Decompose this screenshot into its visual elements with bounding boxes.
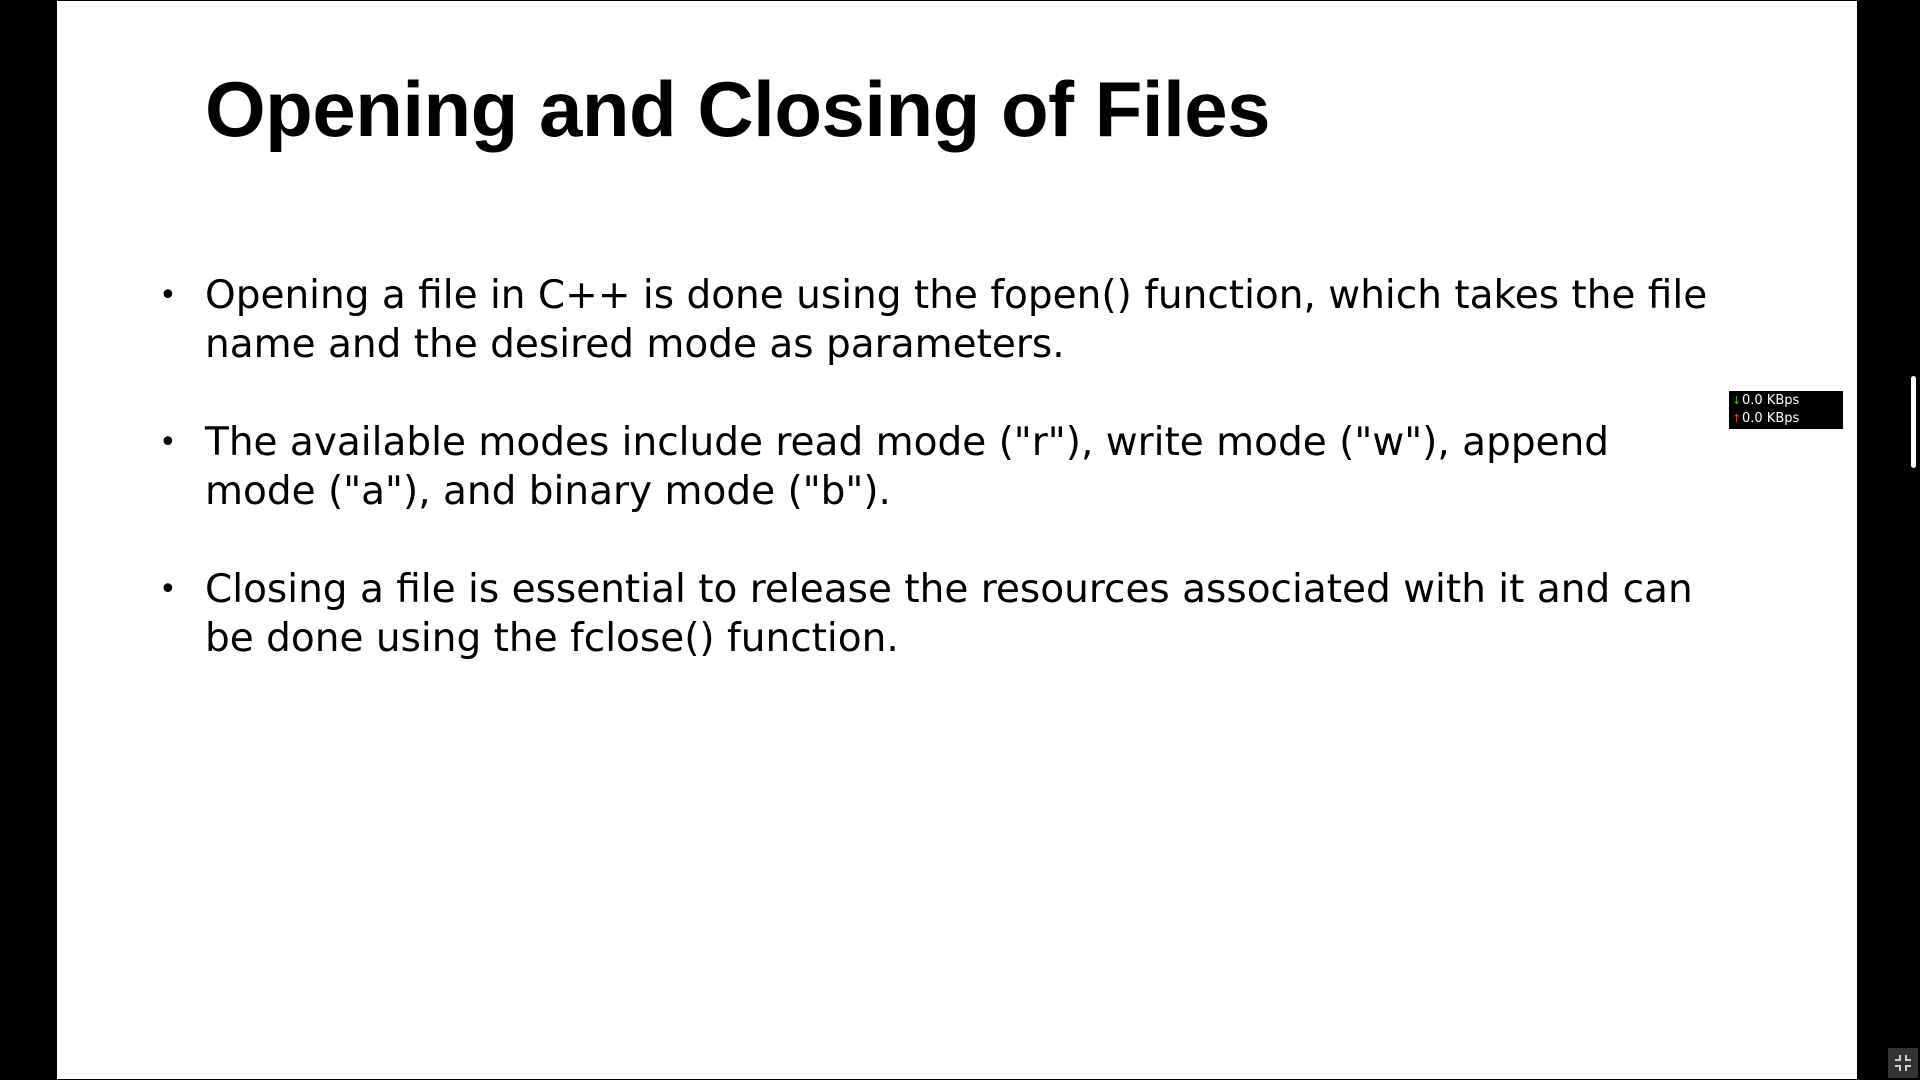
upload-speed: 0.0 KBps bbox=[1742, 411, 1800, 426]
download-speed: 0.0 KBps bbox=[1742, 393, 1800, 408]
bullet-item: • The available modes include read mode … bbox=[159, 418, 1725, 516]
bullet-text: Closing a file is essential to release t… bbox=[205, 567, 1693, 661]
scrollbar-thumb[interactable] bbox=[1911, 376, 1916, 468]
bullet-item: • Closing a file is essential to release… bbox=[159, 565, 1725, 663]
slide: Opening and Closing of Files • Opening a… bbox=[57, 1, 1857, 1079]
bullet-icon: • bbox=[159, 278, 177, 313]
download-speed-row: ↓0.0 KBps bbox=[1732, 392, 1799, 410]
slide-title: Opening and Closing of Files bbox=[205, 65, 1271, 153]
bullet-text: The available modes include read mode ("… bbox=[205, 420, 1610, 514]
exit-fullscreen-button[interactable] bbox=[1888, 1048, 1918, 1078]
exit-fullscreen-icon bbox=[1895, 1055, 1911, 1071]
upload-arrow-icon: ↑ bbox=[1732, 412, 1742, 425]
bullet-list: • Opening a file in C++ is done using th… bbox=[159, 271, 1725, 712]
upload-speed-row: ↑0.0 KBps bbox=[1732, 410, 1799, 428]
bullet-item: • Opening a file in C++ is done using th… bbox=[159, 271, 1725, 369]
bullet-icon: • bbox=[159, 425, 177, 460]
network-speed-meter: ↓0.0 KBps ↑0.0 KBps bbox=[1729, 391, 1843, 429]
presentation-viewer: Opening and Closing of Files • Opening a… bbox=[0, 0, 1920, 1080]
download-arrow-icon: ↓ bbox=[1732, 394, 1742, 407]
bullet-icon: • bbox=[159, 572, 177, 607]
bullet-text: Opening a file in C++ is done using the … bbox=[205, 273, 1708, 367]
